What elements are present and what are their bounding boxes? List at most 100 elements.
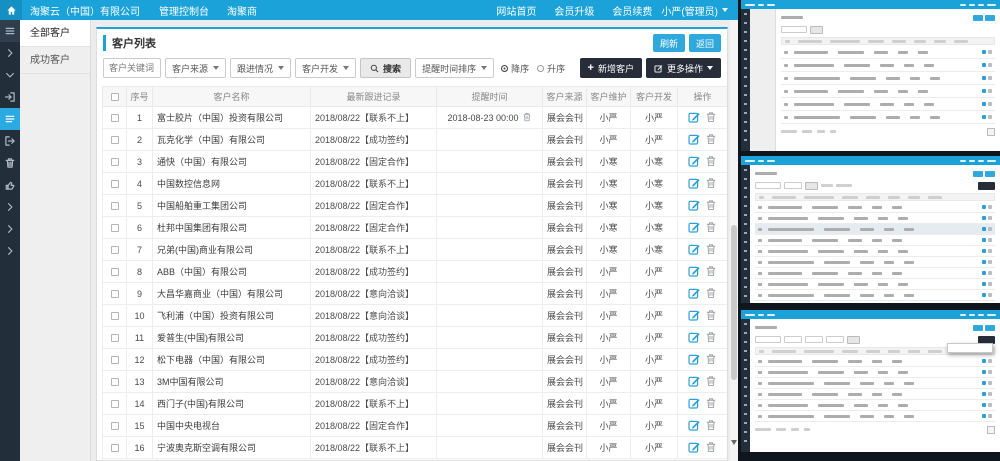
edit-button[interactable] [688,265,700,279]
row-checkbox[interactable] [111,444,119,452]
delete-button[interactable] [705,221,717,235]
reminder-time [437,327,543,349]
edit-button[interactable] [688,221,700,235]
delete-button[interactable] [705,133,717,147]
delete-button[interactable] [705,397,717,411]
develop-select[interactable]: 客户开发 [295,58,356,78]
preview-window-1[interactable] [741,0,1000,151]
edit-button[interactable] [688,155,700,169]
back-button[interactable]: 返回 [689,34,721,52]
reminder-sort-select[interactable]: 提醒时间排序 [415,58,494,78]
company-name[interactable]: 淘聚云（中国）有限公司 [22,3,150,18]
source-select[interactable]: 客户来源 [165,58,226,78]
edit-button[interactable] [688,177,700,191]
edit-button[interactable] [688,331,700,345]
customer-name: 西门子(中国)有限公司 [153,393,311,415]
row-checkbox[interactable] [111,158,119,166]
trash-icon[interactable] [0,152,20,174]
row-checkbox[interactable] [111,334,119,342]
row-checkbox[interactable] [111,290,119,298]
delete-button[interactable] [705,419,717,433]
edit-button[interactable] [688,287,700,301]
edit-button[interactable] [688,111,700,125]
chevron-right-icon[interactable] [0,218,20,240]
row-actions [678,437,728,459]
edit-button[interactable] [688,353,700,367]
preview-window-2[interactable] [741,156,1000,303]
customer-developer: 小寒 [631,239,678,261]
scrollbar-down-arrow[interactable] [731,440,737,445]
preview-button [985,171,995,177]
delete-button[interactable] [705,331,717,345]
delete-button[interactable] [705,353,717,367]
keyword-input[interactable] [103,58,161,78]
select-all-checkbox[interactable] [111,93,119,101]
sign-out-icon[interactable] [0,130,20,152]
edit-button[interactable] [688,309,700,323]
nav-site-home[interactable]: 网站首页 [487,3,545,18]
search-button[interactable]: 搜索 [360,58,411,78]
user-menu[interactable]: 小严(管理员) [661,3,738,18]
sort-desc-radio[interactable]: 降序 [501,62,529,75]
row-checkbox[interactable] [111,268,119,276]
chevron-right-icon[interactable] [0,42,20,64]
more-actions-button[interactable]: 更多操作 [646,58,721,78]
menu-icon[interactable] [0,20,20,42]
edit-button[interactable] [688,397,700,411]
followup-select[interactable]: 跟进情况 [230,58,291,78]
row-checkbox[interactable] [111,180,119,188]
refresh-button[interactable]: 刷新 [653,34,685,52]
thumbs-up-icon[interactable] [0,174,20,196]
submenu-item-2[interactable]: 成功客户 [20,47,90,74]
followup-record: 2018/08/22【意向洽谈】 [311,371,437,393]
customer-name: 大昌华嘉商业（中国）有限公司 [153,283,311,305]
text-placeholder [904,261,914,264]
nav-console[interactable]: 管理控制台 [150,3,218,18]
edit-button[interactable] [688,243,700,257]
nav-shop[interactable]: 淘聚商 [218,3,266,18]
row-checkbox[interactable] [111,246,119,254]
edit-button[interactable] [688,375,700,389]
delete-button[interactable] [705,287,717,301]
sign-in-icon[interactable] [0,86,20,108]
row-checkbox[interactable] [111,356,119,364]
text-placeholder [874,90,888,93]
table-row: 133M中国有限公司2018/08/22【意向洽谈】展会会刊小严小严 [103,371,728,393]
list-icon[interactable] [0,108,20,130]
row-checkbox[interactable] [111,202,119,210]
add-customer-button[interactable]: + 新增客户 [580,58,642,78]
reminder-delete-icon[interactable] [522,112,532,124]
delete-button[interactable] [705,309,717,323]
row-checkbox[interactable] [111,114,119,122]
chevron-right-icon[interactable] [0,240,20,262]
edit-button[interactable] [688,133,700,147]
nav-member-renew[interactable]: 会员续费 [603,3,661,18]
vertical-scrollbar[interactable] [730,20,738,461]
submenu-item-1[interactable]: 全部客户 [20,20,90,47]
delete-button[interactable] [705,375,717,389]
row-checkbox[interactable] [111,312,119,320]
chevron-down-icon[interactable] [0,64,20,86]
delete-button[interactable] [705,243,717,257]
scrollbar-thumb[interactable] [731,225,737,380]
row-checkbox[interactable] [111,400,119,408]
row-checkbox[interactable] [111,224,119,232]
delete-button[interactable] [705,441,717,455]
row-checkbox[interactable] [111,136,119,144]
delete-button[interactable] [705,177,717,191]
delete-button[interactable] [705,111,717,125]
nav-member-upgrade[interactable]: 会员升级 [545,3,603,18]
delete-button[interactable] [705,199,717,213]
row-index: 5 [127,195,153,217]
home-button[interactable] [0,0,22,20]
edit-button[interactable] [688,441,700,455]
sort-asc-radio[interactable]: 升序 [537,62,565,75]
delete-button[interactable] [705,155,717,169]
preview-window-3[interactable] [741,310,1000,452]
chevron-right-icon[interactable] [0,196,20,218]
delete-button[interactable] [705,265,717,279]
row-checkbox[interactable] [111,378,119,386]
edit-button[interactable] [688,419,700,433]
row-checkbox[interactable] [111,422,119,430]
edit-button[interactable] [688,199,700,213]
